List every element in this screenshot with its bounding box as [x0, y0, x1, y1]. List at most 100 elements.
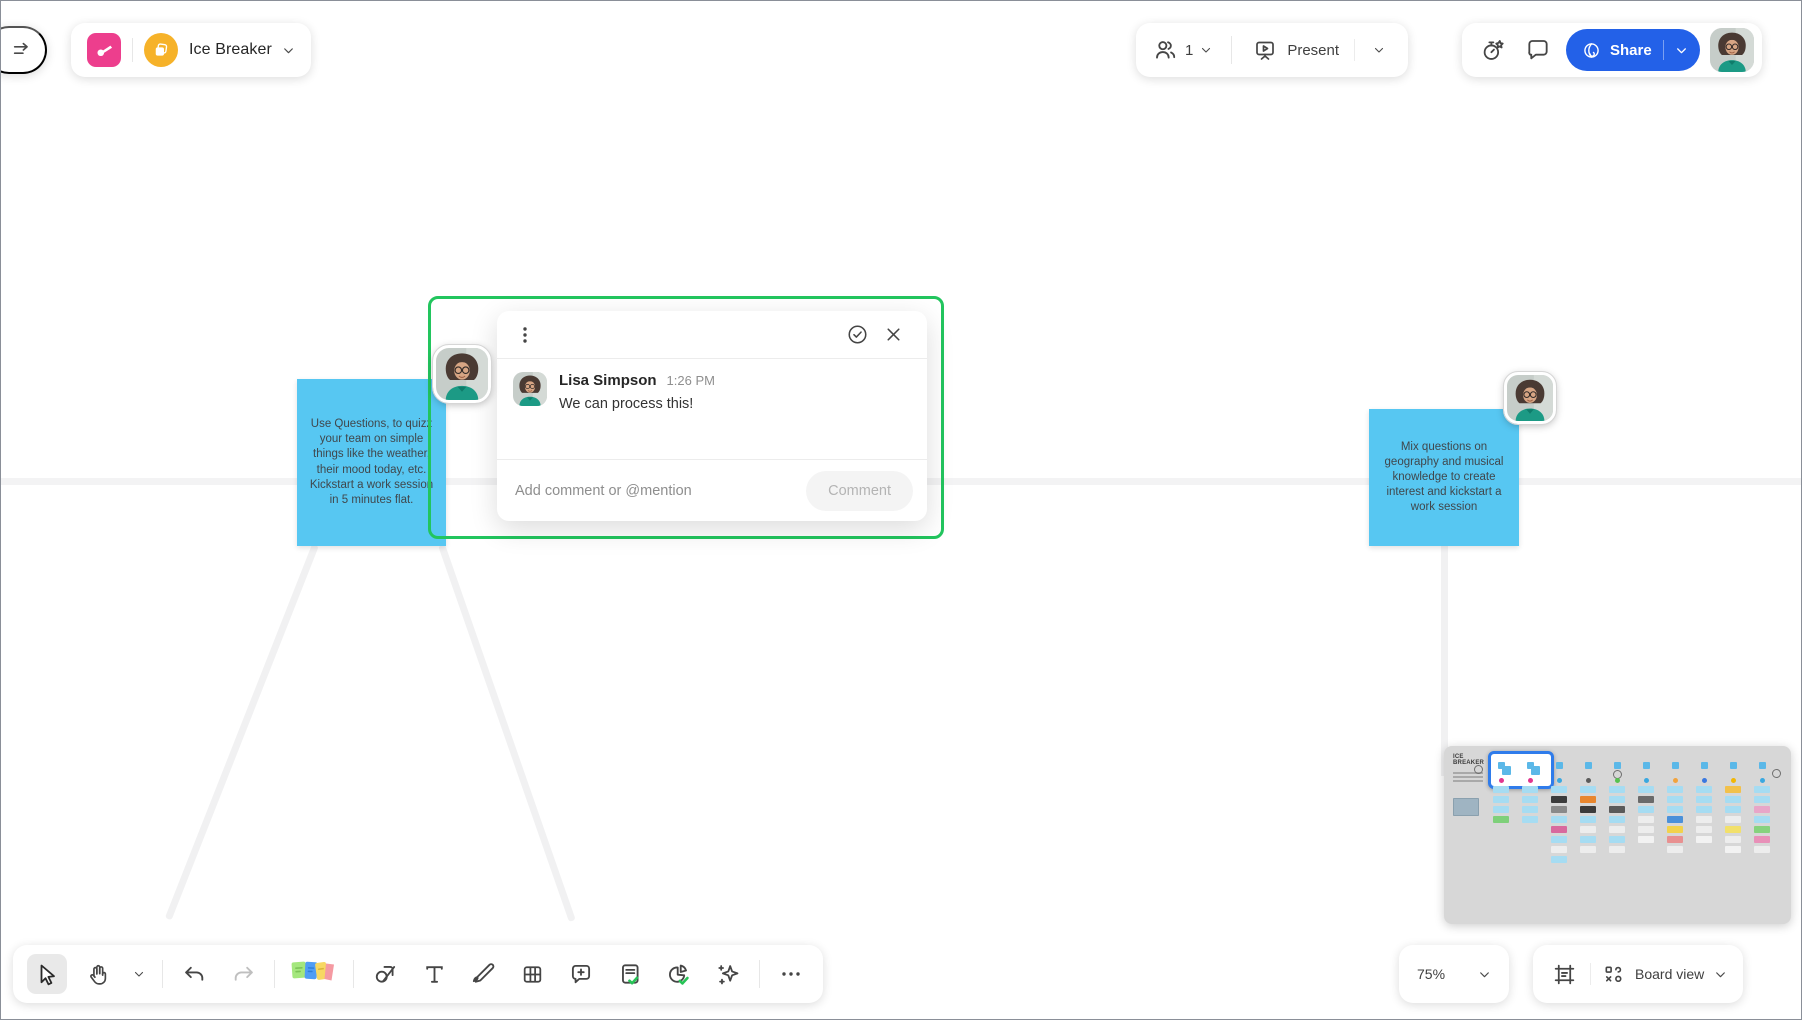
minimap-column	[1548, 762, 1570, 920]
collaboration-bar: 1 Present	[1136, 23, 1408, 77]
present-options-button[interactable]	[1364, 32, 1394, 68]
sticky-note-tool-button[interactable]	[288, 956, 340, 992]
apps-tool-button[interactable]	[661, 956, 697, 992]
resolve-comment-button[interactable]	[839, 317, 875, 353]
divider	[353, 960, 354, 988]
document-check-icon	[617, 961, 643, 987]
frames-icon	[1552, 962, 1577, 987]
select-tool-button[interactable]	[27, 954, 67, 994]
comment-options-button[interactable]	[511, 317, 539, 353]
shapes-tool-button[interactable]	[367, 956, 403, 992]
collaborators-button[interactable]: 1	[1150, 32, 1214, 68]
minimap-board-logo: ICE BREAKER	[1453, 754, 1487, 767]
board-view-button[interactable]: Board view	[1602, 963, 1727, 986]
chevron-down-icon	[282, 44, 295, 57]
add-comment-tool-button[interactable]	[563, 956, 599, 992]
view-switcher: Board view	[1533, 945, 1743, 1003]
ellipsis-icon	[779, 962, 803, 986]
collaborators-count: 1	[1185, 42, 1193, 59]
zoom-level: 75%	[1417, 966, 1445, 982]
sticky-note-left[interactable]: Use Questions, to quizz your team on sim…	[297, 379, 446, 546]
avatar	[513, 372, 547, 406]
undo-button[interactable]	[176, 956, 212, 992]
sticky-note-right[interactable]: Mix questions on geography and musical k…	[1369, 409, 1519, 546]
account-avatar-button[interactable]	[1710, 28, 1754, 72]
share-button[interactable]: Share	[1566, 29, 1700, 71]
chevron-down-icon[interactable]	[1478, 968, 1491, 981]
comment-thread-avatar-badge[interactable]	[433, 345, 491, 403]
comment-plus-icon	[568, 961, 594, 987]
chevron-down-icon[interactable]	[1675, 44, 1688, 57]
divider	[1354, 39, 1355, 61]
timer-icon	[1479, 37, 1506, 64]
minimap-timer-icon	[1474, 765, 1483, 774]
board-title-menu[interactable]: Ice Breaker	[189, 41, 295, 59]
avatar	[1710, 28, 1754, 72]
chevron-down-icon	[1200, 44, 1212, 56]
open-sidebar-button[interactable]	[0, 26, 47, 74]
avatar	[1507, 375, 1553, 421]
board-title-bar: Ice Breaker	[71, 23, 311, 77]
comment-message-row: Lisa Simpson 1:26 PM We can process this…	[497, 359, 927, 459]
minimap-columns	[1490, 762, 1781, 920]
divider	[1590, 963, 1591, 985]
hand-tool-button[interactable]	[80, 956, 116, 992]
shapes-icon	[372, 961, 398, 987]
miro-board-app: Use Questions, to quizz your team on sim…	[0, 0, 1802, 1020]
minimap-column	[1606, 762, 1628, 920]
comment-author-avatar	[513, 372, 547, 406]
comment-timestamp: 1:26 PM	[667, 373, 715, 388]
sparkles-icon	[715, 961, 742, 988]
easel-leg-right	[438, 544, 575, 922]
comment-input[interactable]	[515, 483, 796, 499]
chevron-down-icon	[1373, 44, 1385, 56]
table-tool-button[interactable]	[514, 956, 550, 992]
board-title: Ice Breaker	[189, 41, 272, 59]
redo-button[interactable]	[225, 956, 261, 992]
close-comment-button[interactable]	[875, 317, 911, 353]
chevron-down-icon	[133, 968, 145, 980]
text-tool-button[interactable]	[416, 956, 452, 992]
divider	[1231, 36, 1232, 64]
divider	[759, 960, 760, 988]
templates-tool-button[interactable]	[612, 956, 648, 992]
comment-thread-popup: Lisa Simpson 1:26 PM We can process this…	[497, 311, 927, 521]
more-tools-button[interactable]	[773, 956, 809, 992]
comment-author-name: Lisa Simpson	[559, 372, 657, 389]
chat-button[interactable]	[1520, 32, 1556, 68]
avatar	[436, 348, 488, 400]
present-label: Present	[1287, 42, 1339, 59]
text-icon	[422, 962, 447, 987]
minimap-column	[1664, 762, 1686, 920]
sticky-notes-icon	[290, 959, 338, 989]
hand-icon	[86, 962, 111, 987]
pen-tool-button[interactable]	[465, 956, 501, 992]
minimap[interactable]: ICE BREAKER	[1444, 746, 1791, 924]
app-home-button[interactable]	[87, 33, 121, 67]
header-tools-bar: Share	[1462, 23, 1762, 77]
kebab-menu-icon	[515, 325, 535, 345]
comment-submit-button[interactable]: Comment	[806, 471, 913, 511]
comment-message-text: We can process this!	[559, 396, 715, 412]
ai-tool-button[interactable]	[710, 956, 746, 992]
frames-panel-button[interactable]	[1549, 956, 1579, 992]
divider	[132, 38, 133, 62]
divider	[162, 960, 163, 988]
present-button[interactable]: Present	[1249, 32, 1345, 68]
zoom-control[interactable]: 75%	[1399, 945, 1509, 1003]
divider	[274, 960, 275, 988]
minimap-column	[1693, 762, 1715, 920]
comment-popup-header	[497, 311, 927, 359]
view-label: Board view	[1635, 966, 1704, 982]
sidebar-expand-icon	[11, 39, 33, 61]
present-icon	[1253, 38, 1277, 62]
table-icon	[520, 962, 545, 987]
close-icon	[883, 324, 904, 345]
creation-toolbar	[13, 945, 823, 1003]
chevron-down-icon	[1714, 968, 1727, 981]
timer-button[interactable]	[1474, 32, 1510, 68]
comment-reply-row: Comment	[497, 459, 927, 521]
chart-check-icon	[666, 961, 692, 987]
collaborator-cursor-avatar[interactable]	[1504, 372, 1556, 424]
hand-tool-options-button[interactable]	[129, 956, 149, 992]
